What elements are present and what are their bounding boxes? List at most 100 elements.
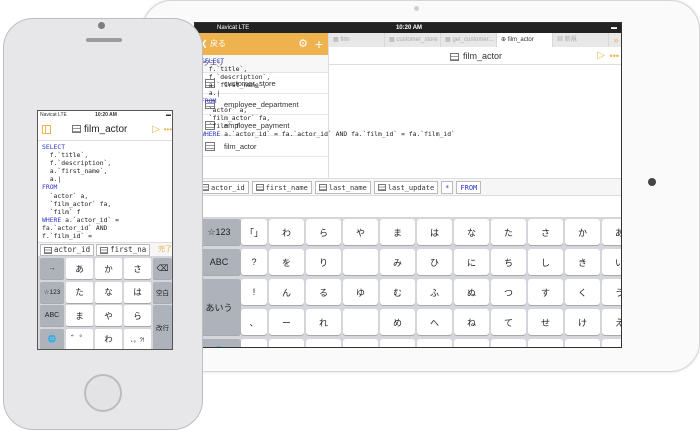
kb-punct-key[interactable]: !	[241, 279, 267, 305]
kb-punct-key[interactable]: 。	[241, 339, 267, 347]
kb-kana-key[interactable]: え	[602, 309, 621, 335]
kb-kana-key[interactable]: お	[602, 339, 621, 347]
kb-kana-key[interactable]: さ	[528, 219, 563, 245]
kb-kana-key[interactable]: ら	[306, 219, 341, 245]
kb-kana-key[interactable]: ろ	[306, 339, 341, 347]
kb-kana-key[interactable]: せ	[528, 309, 563, 335]
kb-kana-key[interactable]: ん	[269, 279, 304, 305]
kb-kana-key[interactable]: さ	[124, 258, 151, 279]
tab-0[interactable]: ▦ film	[329, 33, 385, 47]
kb-kana-key[interactable]: 、。?!	[124, 328, 151, 349]
kb-kana-key[interactable]: つ	[491, 279, 526, 305]
run-query-button[interactable]: ▷	[597, 47, 605, 65]
kb-kana-key[interactable]: ゆ	[343, 279, 378, 305]
kb-kana-key[interactable]	[343, 309, 378, 335]
kb-kana-key[interactable]: を	[269, 249, 304, 275]
autocomplete-chip[interactable]: *	[441, 181, 454, 194]
kb-kana-key[interactable]: の	[454, 339, 489, 347]
kb-kana-key[interactable]: ゛゜	[66, 328, 93, 349]
kb-mode-key[interactable]: 🌐	[197, 339, 241, 347]
kb-kana-key[interactable]: こ	[565, 339, 600, 347]
kb-kana-key[interactable]: ら	[124, 305, 151, 326]
autocomplete-chip[interactable]: last_update	[373, 181, 439, 194]
gear-icon[interactable]: ⚙	[298, 33, 308, 55]
kb-kana-key[interactable]	[343, 249, 378, 275]
add-query-button[interactable]: +	[315, 33, 323, 55]
tab-1[interactable]: ▦ customer_store	[385, 33, 441, 47]
autocomplete-chip[interactable]: first_na	[96, 244, 151, 256]
run-query-button[interactable]: ▷	[152, 119, 160, 141]
kb-punct-key[interactable]: 「」	[241, 219, 267, 245]
kb-mode-key[interactable]: →	[40, 258, 64, 279]
kb-kana-key[interactable]: へ	[417, 309, 452, 335]
autocomplete-chip[interactable]: actor_id	[40, 244, 95, 256]
kb-kana-key[interactable]: む	[380, 279, 415, 305]
kb-kana-key[interactable]: や	[343, 219, 378, 245]
kb-kana-key[interactable]: た	[66, 281, 93, 303]
kb-kana-key[interactable]: た	[491, 219, 526, 245]
kb-kana-key[interactable]: く	[565, 279, 600, 305]
kb-mode-key[interactable]: 🌐	[40, 328, 64, 349]
ipad-home-button[interactable]	[648, 178, 656, 186]
kb-kana-key[interactable]: か	[565, 219, 600, 245]
autocomplete-chip[interactable]: FROM	[456, 181, 482, 194]
kb-kana-key[interactable]: す	[528, 279, 563, 305]
kb-kana-key[interactable]: て	[491, 309, 526, 335]
tab-2[interactable]: ▦ get_customer...	[441, 33, 497, 47]
autocomplete-chip[interactable]: last_name	[314, 181, 371, 194]
kb-kana-key[interactable]: は	[417, 219, 452, 245]
kb-mode-key[interactable]: ABC	[40, 305, 64, 326]
kb-kana-key[interactable]: ま	[380, 219, 415, 245]
kb-kana-key[interactable]: み	[380, 249, 415, 275]
enter-key[interactable]: 改行	[153, 305, 172, 349]
delete-key[interactable]: ⌫	[153, 258, 172, 279]
kb-kana-key[interactable]: ー	[269, 309, 304, 335]
kb-kana-key[interactable]: ほ	[417, 339, 452, 347]
kb-kana-key[interactable]: は	[124, 281, 151, 303]
kb-kana-key[interactable]: き	[565, 249, 600, 275]
sql-editor[interactable]: SELECT f.`title`, f.`description`, a.`fi…	[42, 143, 119, 240]
kb-kana-key[interactable]: れ	[306, 309, 341, 335]
done-button[interactable]: 完了	[158, 244, 172, 255]
tab-4[interactable]: ▦ 新規	[553, 33, 609, 47]
tab-3[interactable]: ⊕ film_actor	[497, 33, 553, 47]
kb-kana-key[interactable]: ひ	[417, 249, 452, 275]
kb-kana-key[interactable]: ゛゜	[269, 339, 304, 347]
kb-punct-key[interactable]: ?	[241, 249, 267, 275]
kb-kana-key[interactable]: あ	[602, 219, 621, 245]
editor-blank-area[interactable]	[195, 196, 621, 217]
kb-kana-key[interactable]: し	[528, 249, 563, 275]
kb-kana-key[interactable]: ね	[454, 309, 489, 335]
kb-kana-key[interactable]: も	[380, 339, 415, 347]
kb-kana-key[interactable]: り	[306, 249, 341, 275]
kb-kana-key[interactable]: あ	[66, 258, 93, 279]
autocomplete-chip[interactable]: actor_id	[197, 181, 249, 194]
more-options-button[interactable]: •••	[164, 119, 172, 141]
query-list-item[interactable]: film_actor	[195, 136, 328, 157]
kb-kana-key[interactable]: と	[491, 339, 526, 347]
kb-kana-key[interactable]: な	[95, 281, 122, 303]
kb-kana-key[interactable]: わ	[269, 219, 304, 245]
iphone-home-button[interactable]	[84, 374, 122, 412]
kb-kana-key[interactable]: か	[95, 258, 122, 279]
kb-kana-key[interactable]: な	[454, 219, 489, 245]
kb-kana-key[interactable]: ち	[491, 249, 526, 275]
kb-kana-key[interactable]: ぬ	[454, 279, 489, 305]
kb-kana-key[interactable]: や	[95, 305, 122, 326]
back-button[interactable]: ❮ 戻る	[201, 33, 226, 55]
kb-mode-key[interactable]: あいう	[197, 279, 241, 335]
sql-editor[interactable]: SELECT f.`title`, f.`description`, a.`fi…	[201, 57, 455, 138]
kb-mode-key[interactable]: ☆123	[197, 219, 241, 245]
kb-kana-key[interactable]: ま	[66, 305, 93, 326]
sidebar-toggle-icon[interactable]	[42, 125, 51, 134]
kb-kana-key[interactable]: い	[602, 249, 621, 275]
space-key[interactable]: 空白	[153, 281, 172, 303]
kb-kana-key[interactable]: そ	[528, 339, 563, 347]
kb-kana-key[interactable]: け	[565, 309, 600, 335]
tab-overflow-icon[interactable]: »	[609, 33, 621, 47]
kb-mode-key[interactable]: ABC	[197, 249, 241, 275]
kb-kana-key[interactable]: ふ	[417, 279, 452, 305]
kb-punct-key[interactable]: 、	[241, 309, 267, 335]
more-options-button[interactable]: •••	[610, 47, 619, 65]
kb-kana-key[interactable]: よ	[343, 339, 378, 347]
